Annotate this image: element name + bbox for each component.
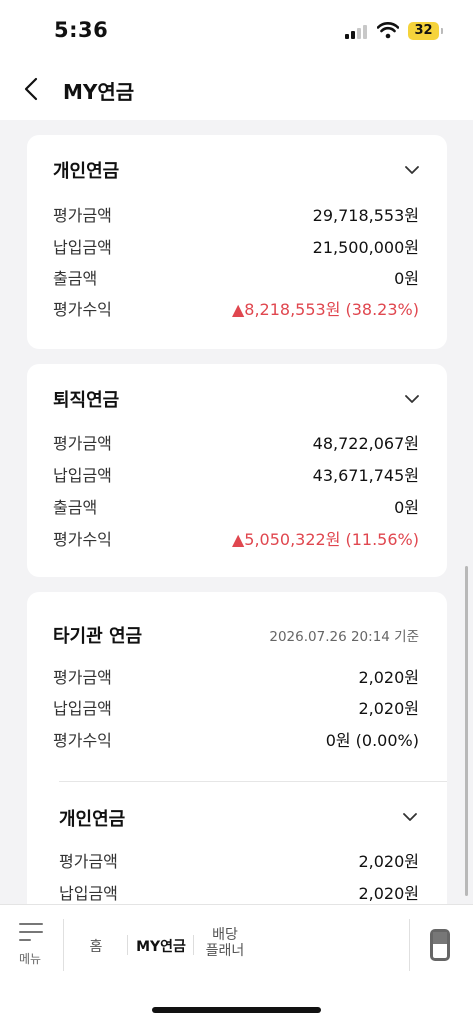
status-time: 5:36 — [54, 18, 109, 42]
row-label: 평가금액 — [53, 206, 112, 225]
chevron-down-icon[interactable] — [405, 394, 419, 404]
divider — [193, 935, 194, 955]
row-label: 평가금액 — [53, 434, 112, 453]
sub-card-title: 개인연금 — [59, 809, 126, 830]
tab-my-pension[interactable]: MY연금 — [136, 936, 186, 956]
card-title: 타기관 연금 — [53, 626, 143, 647]
signal-icon — [345, 25, 367, 39]
battery-icon: 32 — [408, 22, 439, 40]
row-value: 0원 (0.00%) — [325, 731, 419, 750]
menu-icon[interactable] — [19, 923, 43, 941]
wifi-icon — [377, 22, 399, 39]
page-title: MY연금 — [63, 80, 135, 104]
tab-label: 플래너 — [205, 943, 245, 959]
row-label: 평가금액 — [59, 852, 118, 871]
row-value: 29,718,553원 — [312, 206, 419, 225]
tab-label: 배당 — [212, 927, 238, 943]
row-value: 2,020원 — [358, 852, 419, 871]
chevron-down-icon[interactable] — [405, 165, 419, 175]
row-value: 0원 — [394, 498, 419, 517]
row-label: 출금액 — [53, 498, 98, 517]
phone-screen — [433, 932, 447, 944]
row-label: 납입금액 — [53, 238, 112, 257]
pension-content[interactable]: 개인연금 평가금액 29,718,553원 납입금액 21,500,000원 출… — [0, 120, 473, 904]
other-institution-pension-card[interactable]: 타기관 연금 2026.07.26 20:14 기준 평가금액 2,020원 납… — [27, 592, 447, 904]
home-indicator — [152, 1007, 321, 1013]
bottom-tab-bar: 메뉴 홈 MY연금 배당 플래너 — [0, 904, 473, 1024]
row-value: 48,722,067원 — [312, 434, 419, 453]
divider — [59, 781, 447, 782]
row-label: 평가수익 — [53, 300, 112, 319]
row-label: 평가수익 — [53, 530, 112, 549]
row-label: 평가금액 — [53, 668, 112, 687]
row-label: 평가수익 — [53, 731, 112, 750]
card-title: 퇴직연금 — [53, 390, 120, 411]
divider — [63, 919, 64, 971]
row-value: 0원 — [394, 269, 419, 288]
card-title: 개인연금 — [53, 161, 120, 182]
phone-icon[interactable] — [430, 929, 450, 961]
app-header: MY연금 — [0, 62, 473, 120]
row-value: 2,020원 — [358, 884, 419, 903]
profit-value: ▲8,218,553원 (38.23%) — [231, 300, 419, 319]
tab-home[interactable]: 홈 — [86, 936, 106, 956]
row-value: 2,020원 — [358, 668, 419, 687]
row-label: 납입금액 — [53, 466, 112, 485]
profit-value: ▲5,050,322원 (11.56%) — [231, 530, 419, 549]
tab-dividend-planner[interactable]: 배당 플래너 — [201, 927, 249, 959]
row-value: 21,500,000원 — [312, 238, 419, 257]
row-label: 납입금액 — [53, 699, 112, 718]
reference-date: 2026.07.26 20:14 기준 — [269, 629, 419, 645]
back-arrow-icon[interactable] — [20, 77, 44, 101]
retirement-pension-card[interactable]: 퇴직연금 평가금액 48,722,067원 납입금액 43,671,745원 출… — [27, 364, 447, 577]
row-value: 2,020원 — [358, 699, 419, 718]
status-bar: 5:36 32 — [0, 0, 473, 62]
divider — [409, 919, 410, 971]
menu-label[interactable]: 메뉴 — [19, 950, 41, 967]
personal-pension-card[interactable]: 개인연금 평가금액 29,718,553원 납입금액 21,500,000원 출… — [27, 135, 447, 349]
row-value: 43,671,745원 — [312, 466, 419, 485]
chevron-down-icon[interactable] — [403, 812, 417, 822]
row-label: 납입금액 — [59, 884, 118, 903]
row-label: 출금액 — [53, 269, 98, 288]
scrollbar[interactable] — [465, 566, 468, 896]
divider — [127, 935, 128, 955]
battery-tip — [441, 28, 443, 34]
